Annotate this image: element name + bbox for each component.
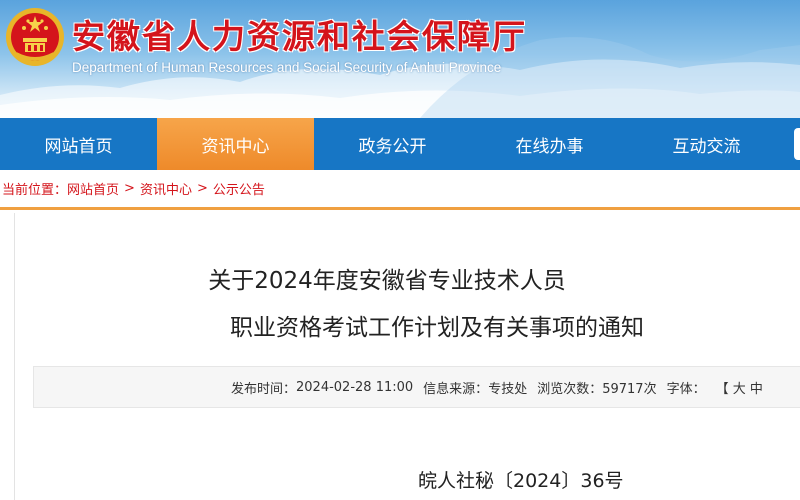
national-emblem-icon <box>6 8 64 66</box>
font-size-label: 字体： <box>666 381 706 397</box>
document-number: 皖人社秘〔2024〕36号 <box>418 470 624 492</box>
article-content: 关于2024年度安徽省专业技术人员 职业资格考试工作计划及有关事项的通知 发布时… <box>14 213 800 500</box>
breadcrumb-separator: > <box>196 181 208 196</box>
site-header: 安徽省人力资源和社会保障厅 Department of Human Resour… <box>0 0 800 118</box>
source-label: 信息来源： <box>423 381 489 397</box>
views-value: 59717次 <box>602 381 657 397</box>
breadcrumb-news-link[interactable]: 资讯中心 <box>140 179 192 198</box>
site-subtitle: Department of Human Resources and Social… <box>72 60 502 75</box>
search-box-edge[interactable] <box>794 128 800 160</box>
breadcrumb: 当前位置： 网站首页 > 资讯中心 > 公示公告 <box>0 170 800 210</box>
breadcrumb-announcement-link[interactable]: 公示公告 <box>213 179 265 198</box>
article-title-line1: 关于2024年度安徽省专业技术人员 <box>208 268 566 294</box>
breadcrumb-home-link[interactable]: 网站首页 <box>67 179 119 198</box>
nav-item-online-services[interactable]: 在线办事 <box>471 118 628 170</box>
nav-item-government-affairs[interactable]: 政务公开 <box>314 118 471 170</box>
source-value: 专技处 <box>488 381 528 397</box>
article-title-line2: 职业资格考试工作计划及有关事项的通知 <box>230 315 644 341</box>
nav-item-news-center[interactable]: 资讯中心 <box>157 118 314 170</box>
published-label: 发布时间： <box>231 381 297 397</box>
published-value: 2024-02-28 11:00 <box>296 379 414 395</box>
font-size-options[interactable]: 【 大 中 <box>716 378 763 397</box>
views-label: 浏览次数： <box>537 381 603 397</box>
nav-item-home[interactable]: 网站首页 <box>0 118 157 170</box>
nav-item-interaction[interactable]: 互动交流 <box>628 118 785 170</box>
breadcrumb-prefix: 当前位置： <box>2 183 68 198</box>
main-nav: 网站首页 资讯中心 政务公开 在线办事 互动交流 <box>0 118 800 170</box>
article-meta-bar: 发布时间： 2024-02-28 11:00 信息来源： 专技处 浏览次数： 5… <box>33 366 800 408</box>
breadcrumb-separator: > <box>124 181 135 196</box>
site-title: 安徽省人力资源和社会保障厅 <box>72 17 527 56</box>
